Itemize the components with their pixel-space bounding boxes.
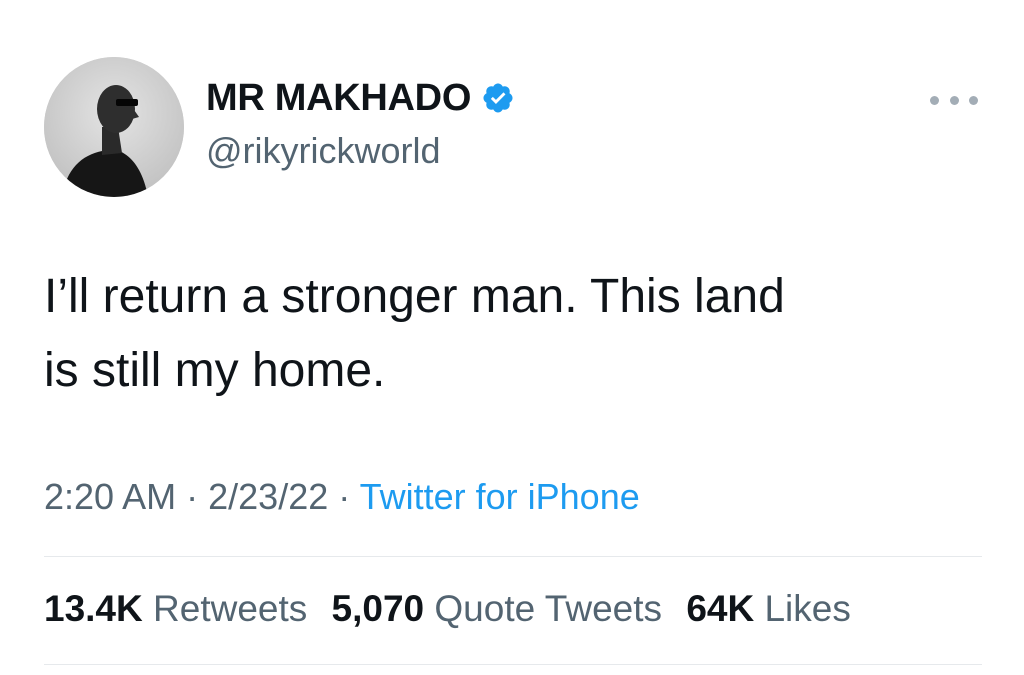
avatar-photo [44, 57, 184, 197]
retweets-label: Retweets [153, 588, 308, 629]
likes-label: Likes [764, 588, 851, 629]
avatar[interactable] [44, 57, 184, 197]
tweet-meta: 2:20 AM · 2/23/22 · Twitter for iPhone [44, 476, 640, 518]
likes-stat[interactable]: 64K Likes [686, 588, 851, 629]
tweet-time[interactable]: 2:20 AM [44, 476, 176, 517]
divider [44, 664, 982, 665]
more-options-icon[interactable] [930, 90, 978, 110]
divider [44, 556, 982, 557]
verified-badge-icon [481, 81, 515, 115]
user-handle[interactable]: @rikyrickworld [206, 130, 441, 172]
quote-tweets-count: 5,070 [331, 588, 425, 629]
user-name-row[interactable]: MR MAKHADO [206, 76, 515, 120]
quote-tweets-stat[interactable]: 5,070 Quote Tweets [332, 588, 673, 629]
retweets-stat[interactable]: 13.4K Retweets [44, 588, 318, 629]
meta-separator: · [186, 476, 199, 517]
quote-tweets-label: Quote Tweets [434, 588, 663, 629]
display-name[interactable]: MR MAKHADO [206, 77, 471, 120]
likes-count: 64K [686, 588, 755, 629]
retweets-count: 13.4K [44, 588, 143, 629]
meta-separator: · [338, 476, 351, 517]
tweet-date[interactable]: 2/23/22 [208, 476, 328, 517]
tweet-text: I’ll return a stronger man. This land is… [44, 270, 785, 397]
tweet-source-link[interactable]: Twitter for iPhone [360, 476, 640, 517]
engagement-stats: 13.4K Retweets 5,070 Quote Tweets 64K Li… [44, 588, 865, 630]
